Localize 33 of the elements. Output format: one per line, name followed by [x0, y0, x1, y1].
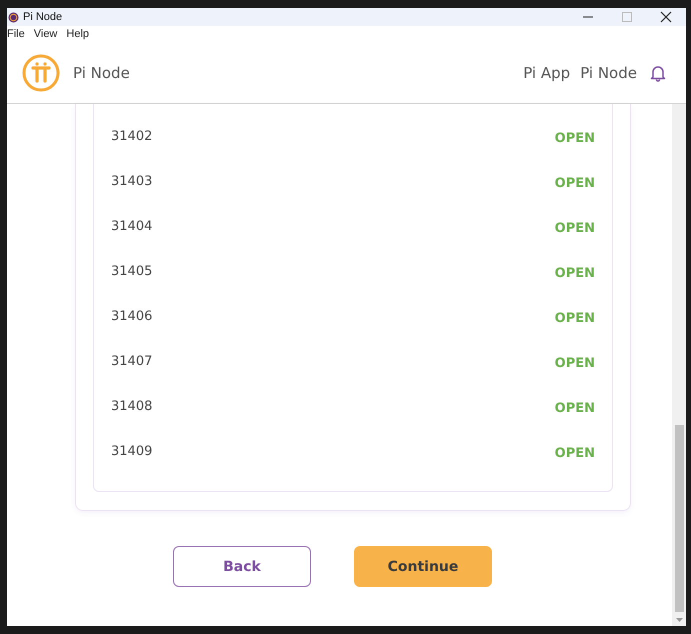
port-number: 31402	[111, 129, 152, 144]
port-status: OPEN	[554, 266, 595, 281]
port-number: 31404	[111, 219, 152, 234]
continue-button[interactable]: Continue	[354, 546, 492, 587]
logo-icon	[22, 54, 60, 92]
app-icon	[8, 12, 19, 22]
bell-icon[interactable]	[649, 64, 667, 82]
window-title: Pi Node	[23, 11, 62, 23]
close-icon[interactable]	[660, 11, 672, 23]
menu-item[interactable]: Help	[66, 28, 90, 40]
port-number: 31406	[111, 309, 152, 324]
port-number: 31407	[111, 354, 152, 369]
port-status: OPEN	[554, 221, 595, 236]
back-button[interactable]: Back	[173, 546, 311, 587]
scroll-down-icon[interactable]	[676, 618, 682, 622]
port-status: OPEN	[554, 176, 595, 191]
port-status: OPEN	[554, 131, 595, 146]
scrollbar-thumb[interactable]	[674, 425, 684, 612]
port-number: 31409	[111, 444, 152, 459]
port-status: OPEN	[554, 446, 595, 461]
port-number: 31403	[111, 174, 152, 189]
port-status: OPEN	[554, 311, 595, 326]
app-name: Pi Node	[73, 64, 130, 82]
port-status: OPEN	[554, 356, 595, 371]
menu-item[interactable]: File	[7, 28, 25, 40]
port-number: 31405	[111, 264, 152, 279]
nav-link[interactable]: Pi Node	[580, 64, 637, 82]
scrollbar[interactable]	[672, 104, 686, 626]
port-status: OPEN	[554, 401, 595, 416]
menu-item[interactable]: View	[34, 28, 58, 40]
nav-link[interactable]: Pi App	[523, 64, 570, 82]
port-number: 31408	[111, 399, 152, 414]
maximize-icon[interactable]	[621, 11, 633, 23]
